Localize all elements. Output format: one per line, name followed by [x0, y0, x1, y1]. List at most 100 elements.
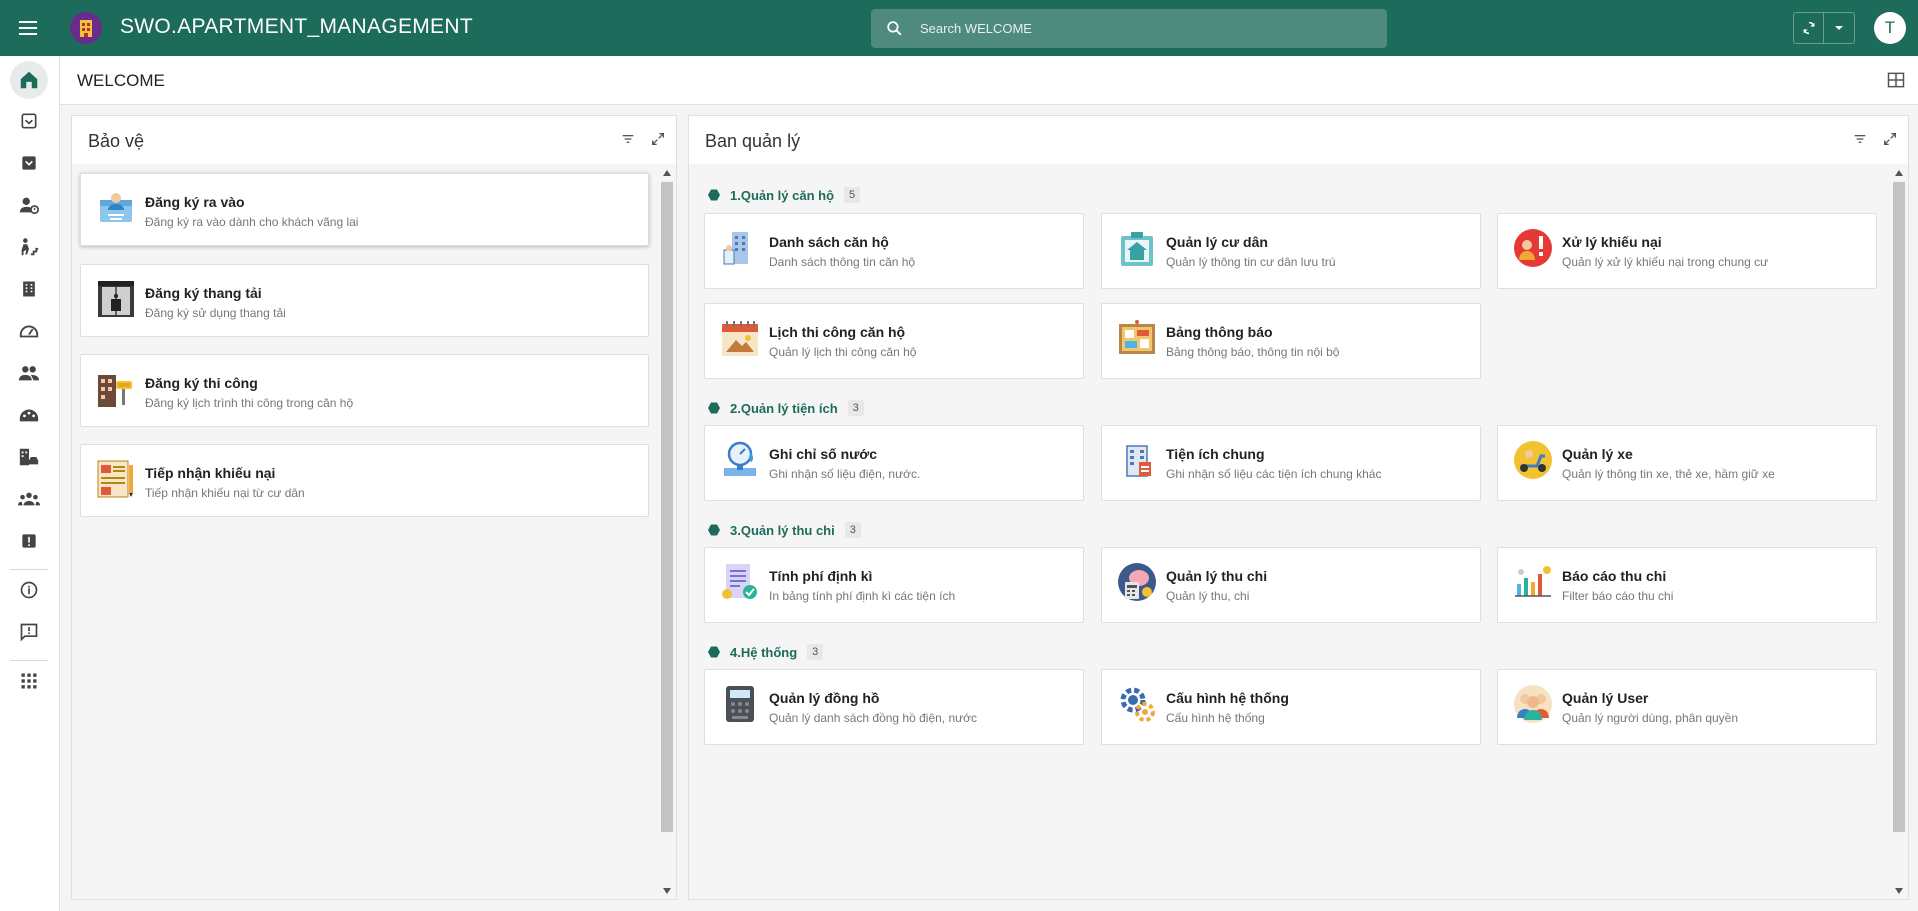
card-quan-ly-thu-chi[interactable]: Quản lý thu chi Quản lý thu, chi [1101, 547, 1481, 623]
card-bang-thong-bao[interactable]: Bảng thông báo Bảng thông báo, thông tin… [1101, 303, 1481, 379]
hexagon-icon [708, 646, 720, 658]
card-description: Tiếp nhận khiếu nại từ cư dân [145, 486, 305, 500]
card-cau-hinh-he-thong[interactable]: Cấu hình hệ thống Cấu hình hệ thống [1101, 669, 1481, 745]
card-tinh-phi-dinh-ki[interactable]: Tính phí định kì In bảng tính phí định k… [704, 547, 1084, 623]
card-quan-ly-cu-dan[interactable]: Quản lý cư dân Quản lý thông tin cư dân … [1101, 213, 1481, 289]
card-dang-ky-thang-tai[interactable]: Đăng ký thang tải Đăng ký sử dụng thang … [80, 264, 649, 337]
complaint-form-icon [96, 459, 136, 499]
home-icon[interactable] [10, 61, 48, 99]
info-icon[interactable] [10, 571, 48, 609]
notice-board-icon [1117, 318, 1157, 358]
rail-divider [10, 569, 48, 570]
card-description: Ghi nhận số liệu các tiện ích chung khác [1166, 467, 1382, 481]
group-header[interactable]: 1.Quản lý căn hộ 5 [708, 187, 861, 203]
card-description: Đăng ký lịch trình thi công trong căn hộ [145, 396, 354, 410]
paint-building-icon [96, 369, 136, 409]
page-header: WELCOME [60, 56, 1918, 105]
group-settings-icon[interactable] [10, 480, 48, 518]
meter-device-icon [720, 684, 760, 724]
sync-icon[interactable] [1794, 13, 1825, 43]
card-title: Tiếp nhận khiếu nại [145, 465, 276, 481]
building-car-icon[interactable] [10, 438, 48, 476]
card-quan-ly-user[interactable]: Quản lý User Quản lý người dùng, phân qu… [1497, 669, 1877, 745]
stairs-icon[interactable] [10, 228, 48, 266]
expand-icon[interactable] [1882, 131, 1898, 152]
card-quan-ly-dong-ho[interactable]: Quản lý đồng hồ Quản lý danh sách đồng h… [704, 669, 1084, 745]
nav-rail [0, 56, 60, 911]
panel-header: Ban quản lý [689, 116, 1908, 164]
inbox-icon[interactable] [10, 144, 48, 182]
building-icon[interactable] [10, 270, 48, 308]
card-title: Xử lý khiếu nại [1562, 234, 1662, 250]
right-panel-scrollbar[interactable] [1891, 168, 1905, 898]
filter-icon[interactable] [1852, 131, 1868, 152]
card-ghi-chi-so-nuoc[interactable]: Ghi chỉ số nước Ghi nhận số liệu điện, n… [704, 425, 1084, 501]
panel-title: Ban quản lý [705, 131, 801, 151]
search-icon [885, 19, 904, 43]
water-meter-icon [720, 440, 760, 480]
card-tiep-nhan-khieu-nai[interactable]: Tiếp nhận khiếu nại Tiếp nhận khiếu nại … [80, 444, 649, 517]
resident-icon [1117, 228, 1157, 268]
visitor-card-icon [96, 188, 136, 228]
card-description: Quản lý thông tin cư dân lưu trú [1166, 255, 1336, 269]
scooter-icon [1513, 440, 1553, 480]
card-title: Danh sách căn hộ [769, 234, 889, 250]
invoice-icon [720, 562, 760, 602]
card-title: Ghi chỉ số nước [769, 446, 877, 462]
card-danh-sach-can-ho[interactable]: Danh sách căn hộ Danh sách thông tin căn… [704, 213, 1084, 289]
group-header[interactable]: 3.Quản lý thu chi 3 [708, 522, 861, 538]
card-title: Báo cáo thu chi [1562, 568, 1667, 584]
card-xu-ly-khieu-nai[interactable]: Xử lý khiếu nại Quản lý xử lý khiếu nại … [1497, 213, 1877, 289]
card-description: Quản lý thông tin xe, thẻ xe, hầm giữ xe [1562, 467, 1775, 481]
card-quan-ly-xe[interactable]: Quản lý xe Quản lý thông tin xe, thẻ xe,… [1497, 425, 1877, 501]
group-count-badge: 3 [807, 644, 824, 660]
search-box[interactable] [871, 9, 1387, 48]
expand-icon[interactable] [650, 131, 666, 152]
feedback-icon[interactable] [10, 613, 48, 651]
rail-divider [10, 660, 48, 661]
card-title: Đăng ký thang tải [145, 285, 262, 301]
card-bao-cao-thu-chi[interactable]: Báo cáo thu chi Filter báo cáo thu chi [1497, 547, 1877, 623]
utility-building-icon [1117, 440, 1157, 480]
user-avatar[interactable]: T [1874, 12, 1906, 44]
panel-title: Bảo vệ [88, 131, 145, 151]
card-title: Quản lý cư dân [1166, 234, 1268, 250]
alert-icon[interactable] [10, 522, 48, 560]
card-description: Đăng ký ra vào dành cho khách vãng lai [145, 215, 359, 229]
search-input[interactable] [920, 21, 1360, 36]
card-lich-thi-cong-can-ho[interactable]: Lịch thi công căn hộ Quản lý lịch thi cô… [704, 303, 1084, 379]
report-chart-icon [1513, 562, 1553, 602]
card-dang-ky-ra-vao[interactable]: Đăng ký ra vào Đăng ký ra vào dành cho k… [80, 173, 649, 246]
card-description: Quản lý thu, chi [1166, 589, 1250, 603]
card-tien-ich-chung[interactable]: Tiện ích chung Ghi nhận số liệu các tiện… [1101, 425, 1481, 501]
card-description: Cấu hình hệ thống [1166, 711, 1265, 725]
palette-icon[interactable] [10, 396, 48, 434]
group-header[interactable]: 4.Hệ thống 3 [708, 644, 824, 660]
card-description: Quản lý người dùng, phân quyền [1562, 711, 1739, 725]
chevron-down-icon[interactable] [1824, 13, 1854, 43]
apps-icon[interactable] [10, 662, 48, 700]
card-title: Tiện ích chung [1166, 446, 1265, 462]
gear-settings-icon [1117, 684, 1157, 724]
card-dang-ky-thi-cong[interactable]: Đăng ký thi công Đăng ký lịch trình thi … [80, 354, 649, 427]
group-header[interactable]: 2.Quản lý tiện ích 3 [708, 400, 864, 416]
menu-icon[interactable] [16, 16, 40, 40]
card-description: Quản lý danh sách đồng hồ điện, nước [769, 711, 978, 725]
panel-header: Bảo vệ [72, 116, 676, 164]
card-description: Ghi nhận số liệu điện, nước. [769, 467, 921, 481]
left-panel-scrollbar[interactable] [659, 168, 673, 898]
filter-icon[interactable] [620, 131, 636, 152]
page-title: WELCOME [77, 71, 165, 90]
group-count-badge: 3 [844, 522, 861, 538]
group-name: 4.Hệ thống [730, 644, 798, 660]
people-icon[interactable] [10, 354, 48, 392]
app-logo-icon [70, 12, 102, 44]
checkbox-icon[interactable] [10, 102, 48, 140]
card-description: In bảng tính phí định kì các tiện ích [769, 589, 956, 603]
app-title: SWO.APARTMENT_MANAGEMENT [120, 15, 473, 38]
user-clock-icon[interactable] [10, 186, 48, 224]
card-description: Bảng thông báo, thông tin nội bộ [1166, 345, 1340, 359]
layout-grid-icon[interactable] [1886, 70, 1906, 95]
dashboard-icon[interactable] [10, 312, 48, 350]
apartment-list-icon [720, 228, 760, 268]
